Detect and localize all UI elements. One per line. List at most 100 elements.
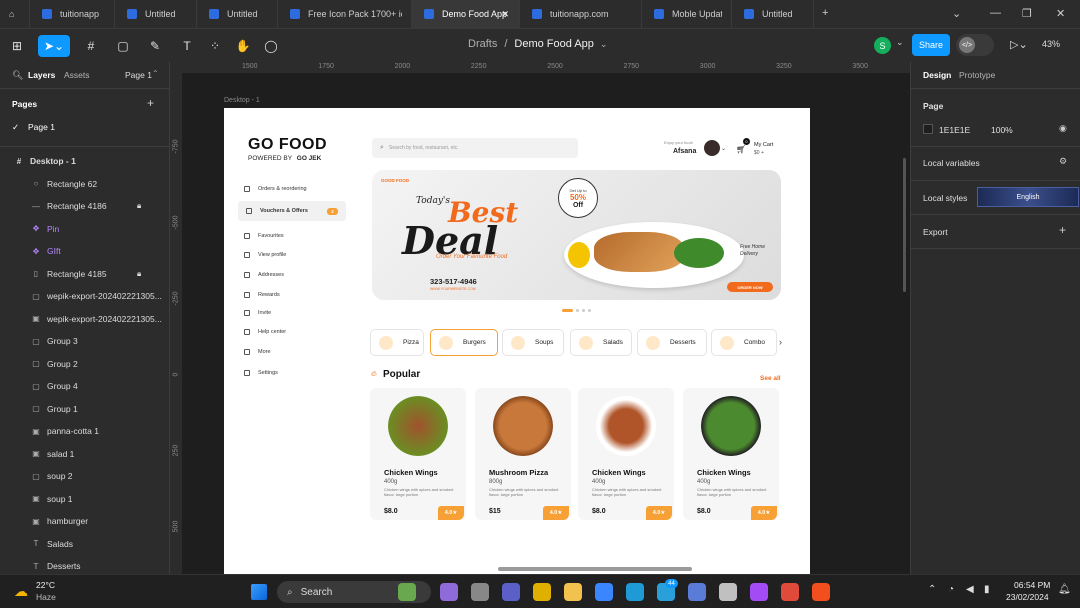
chevron-down-icon[interactable]: ⌄ <box>896 37 904 48</box>
tab-label[interactable]: Untitled <box>145 9 176 19</box>
language-overlay[interactable]: English <box>977 187 1079 207</box>
present-icon[interactable]: ▷⌄ <box>1010 38 1028 51</box>
store-icon[interactable] <box>595 583 613 601</box>
tab-assets[interactable]: Assets <box>64 70 90 80</box>
add-export-icon[interactable]: + <box>1059 223 1066 237</box>
tab-4[interactable]: Free Icon Pack 1700+ ico <box>278 0 412 28</box>
layer-item[interactable]: ▯ Rectangle 4185 🔒︎ <box>0 263 170 285</box>
minimize-icon[interactable]: — <box>990 7 1001 19</box>
user-name[interactable]: Afsana <box>673 148 696 155</box>
home-icon[interactable]: ⌂ <box>0 0 30 28</box>
food-card[interactable]: Chicken Wings 400g Chicken wings with spic… <box>683 388 779 520</box>
clock-time[interactable]: 06:54 PM <box>1014 580 1050 590</box>
layer-item[interactable]: ▣ salad 1 <box>0 443 170 465</box>
local-variables-label[interactable]: Local variables <box>923 158 980 168</box>
category-chip[interactable]: Combo <box>711 329 777 356</box>
layer-name[interactable]: Rectangle 4185 <box>47 269 107 279</box>
nav-item[interactable]: More <box>244 346 271 358</box>
landscape-app-icon[interactable] <box>398 583 416 601</box>
layer-item[interactable]: ▢ wepik-export-202402221305... <box>0 285 170 307</box>
category-chip[interactable]: Desserts <box>637 329 707 356</box>
food-card[interactable]: Chicken Wings 400g Chicken wings with spic… <box>370 388 466 520</box>
lock-icon[interactable]: 🔒︎ <box>137 201 141 211</box>
page-opacity-value[interactable]: 100% <box>991 125 1013 135</box>
nav-item[interactable]: Vouchers & Offers 2 <box>238 201 346 221</box>
apps-icon[interactable] <box>688 583 706 601</box>
tab-label[interactable]: Demo Food App <box>442 9 507 19</box>
tab-label[interactable]: tuitionapp <box>60 9 99 19</box>
share-button[interactable]: Share <box>912 34 950 56</box>
zoom-level[interactable]: 43% <box>1042 39 1060 49</box>
tab-7[interactable]: Moble Update <box>642 0 732 28</box>
chevron-right-icon[interactable]: › <box>779 337 782 347</box>
tab-6[interactable]: tuitionapp.com <box>520 0 642 28</box>
tab-layers[interactable]: Layers <box>28 70 55 80</box>
tab-2[interactable]: Untitled <box>115 0 197 28</box>
close-tab-icon[interactable]: ✕ <box>501 9 509 20</box>
layer-name[interactable]: Pin <box>47 224 59 234</box>
layer-item[interactable]: # Desktop - 1 <box>0 150 170 172</box>
search-bar[interactable]: ⌕ Search by food, restaurant, etc. <box>372 138 578 158</box>
nav-item[interactable]: Rewards <box>244 289 280 301</box>
layer-name[interactable]: Desserts <box>47 561 81 571</box>
cart-icon[interactable]: 🛒︎ <box>736 145 746 154</box>
add-page-icon[interactable]: + <box>147 96 154 110</box>
category-chip[interactable]: Soups <box>502 329 564 356</box>
weather-icon[interactable]: ☁︎ <box>14 583 28 600</box>
layer-item[interactable]: ▣ soup 1 <box>0 488 170 510</box>
tab-label[interactable]: tuitionapp.com <box>550 9 609 19</box>
close-window-icon[interactable]: ✕ <box>1056 7 1065 20</box>
tab-label[interactable]: Moble Update <box>672 9 722 19</box>
layer-item[interactable]: ○ Rectangle 62 <box>0 173 170 195</box>
layer-name[interactable]: Rectangle 62 <box>47 179 97 189</box>
chevron-down-icon[interactable]: ⌄ <box>721 145 726 152</box>
chrome-icon[interactable] <box>533 583 551 601</box>
layer-name[interactable]: Group 4 <box>47 381 78 391</box>
layer-item[interactable]: T Salads <box>0 533 170 555</box>
tab-prototype[interactable]: Prototype <box>959 70 995 80</box>
chevron-up-icon[interactable]: ⌃ <box>152 69 159 78</box>
breadcrumb-drafts[interactable]: Drafts <box>468 38 497 50</box>
local-styles-label[interactable]: Local styles <box>923 193 967 203</box>
layer-item[interactable]: ▢ Group 4 <box>0 375 170 397</box>
horizontal-scrollbar[interactable] <box>498 567 692 571</box>
page-color-swatch[interactable] <box>923 124 933 134</box>
shape-tool-icon[interactable]: ▢ <box>112 35 134 57</box>
layer-name[interactable]: panna-cotta 1 <box>47 426 99 436</box>
nav-item[interactable]: Settings <box>244 367 278 379</box>
tab-label[interactable]: Untitled <box>762 9 793 19</box>
see-all-link[interactable]: See all <box>760 375 781 382</box>
search-icon[interactable]: 🔍︎ <box>12 70 23 81</box>
layer-name[interactable]: Group 2 <box>47 359 78 369</box>
comment-tool-icon[interactable]: ◯ <box>260 35 282 57</box>
resources-icon[interactable]: ⁘ <box>204 35 226 57</box>
layer-item[interactable]: ✥ GIft <box>0 240 170 262</box>
nav-item[interactable]: Favourites <box>244 230 284 242</box>
chevron-down-icon[interactable]: ⌄ <box>952 7 961 20</box>
layer-item[interactable]: ▣ wepik-export-202402221305... <box>0 308 170 330</box>
page-color-value[interactable]: 1E1E1E <box>939 125 970 135</box>
maximize-icon[interactable]: ❐ <box>1022 7 1032 20</box>
frame-label[interactable]: Desktop - 1 <box>224 97 260 104</box>
layer-name[interactable]: hamburger <box>47 516 88 526</box>
frame-tool-icon[interactable]: # <box>80 35 102 57</box>
copilot-icon[interactable] <box>440 583 458 601</box>
edge-icon[interactable] <box>626 583 644 601</box>
design-frame[interactable]: GO FOOD POWERED BY GO JEK ⌕ Search by fo… <box>224 108 810 574</box>
chevron-up-icon[interactable]: ⌃ <box>928 584 936 595</box>
eye-icon[interactable]: ◉ <box>1059 123 1067 134</box>
nav-item[interactable]: Orders & reordering <box>244 183 307 195</box>
page-item[interactable]: Page 1 <box>28 122 55 132</box>
page-selector[interactable]: Page 1 <box>125 70 152 80</box>
layer-name[interactable]: Salads <box>47 539 73 549</box>
wifi-icon[interactable]: ◔ <box>948 584 954 595</box>
user-avatar[interactable] <box>704 140 720 156</box>
new-tab-icon[interactable]: + <box>822 7 828 19</box>
file-explorer-icon[interactable] <box>564 583 582 601</box>
layer-name[interactable]: wepik-export-202402221305... <box>47 314 162 324</box>
food-card[interactable]: Mushroom Pizza 800g Chicken wings with spi… <box>475 388 571 520</box>
layer-item[interactable]: ▣ hamburger <box>0 510 170 532</box>
canvas-vertical-scrollbar[interactable] <box>903 158 906 292</box>
chrome-icon[interactable] <box>781 583 799 601</box>
layer-name[interactable]: Rectangle 4186 <box>47 201 107 211</box>
